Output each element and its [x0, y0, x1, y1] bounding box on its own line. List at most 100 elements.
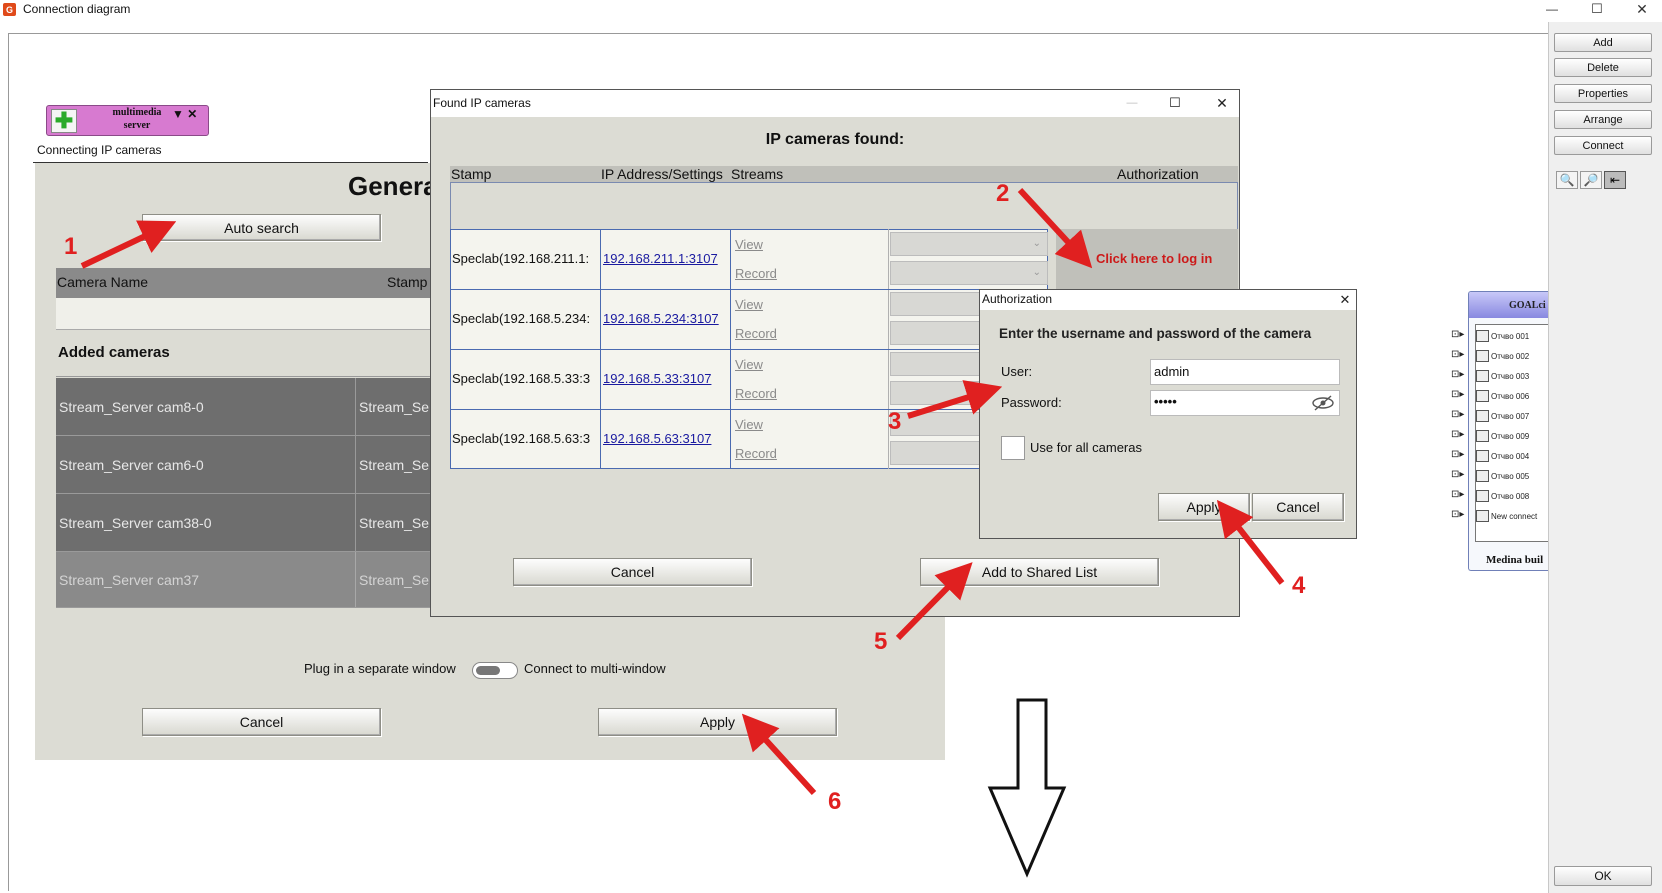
- connector-pin-icon[interactable]: ⊡▸: [1451, 369, 1464, 380]
- row-camera-name: Stream_Server cam6-0: [56, 436, 356, 493]
- apply-button[interactable]: Apply: [1158, 493, 1250, 521]
- node-controls-icon[interactable]: ▼ ✕: [172, 107, 197, 121]
- add-button[interactable]: Add: [1554, 33, 1652, 52]
- annotation-number-3: 3: [888, 408, 902, 435]
- connector-pin-icon[interactable]: ⊡▸: [1451, 429, 1464, 440]
- goal-node-item-label: Отчво 006: [1491, 391, 1530, 401]
- found-row-line: [450, 289, 1048, 290]
- record-link[interactable]: Record: [735, 266, 777, 281]
- camera-icon: [1476, 430, 1489, 442]
- goal-node-item[interactable]: Отчво 006: [1476, 388, 1548, 404]
- found-row-ip-link[interactable]: 192.168.5.33:3107: [603, 371, 711, 386]
- minimize-icon[interactable]: —: [1122, 93, 1142, 113]
- multimedia-server-node[interactable]: ✚ multimedia server ▼ ✕: [46, 105, 209, 136]
- row-stamp: Stream_Se: [359, 456, 430, 473]
- goal-node-item[interactable]: Отчво 008: [1476, 488, 1548, 504]
- view-link[interactable]: View: [735, 417, 763, 432]
- goal-node-item-label: Отчво 009: [1491, 431, 1530, 441]
- annotation-number-6: 6: [828, 788, 842, 815]
- goal-node-item[interactable]: New connect: [1476, 508, 1548, 524]
- stream-select[interactable]: [890, 321, 980, 345]
- goal-node-item[interactable]: Отчво 001: [1476, 328, 1548, 344]
- delete-button[interactable]: Delete: [1554, 58, 1652, 77]
- view-link[interactable]: View: [735, 297, 763, 312]
- connector-pin-icon[interactable]: ⊡▸: [1451, 449, 1464, 460]
- table-row[interactable]: Stream_Server cam37 Stream_Se: [56, 552, 434, 608]
- password-label: Password:: [1001, 395, 1062, 410]
- found-row-stamp: Speclab(192.168.5.234:: [452, 311, 591, 326]
- table-row[interactable]: Stream_Server cam8-0 Stream_Se: [56, 378, 434, 436]
- zoom-in-icon[interactable]: 🔎: [1580, 171, 1602, 189]
- found-heading: IP cameras found:: [765, 131, 905, 148]
- found-row-ip-link[interactable]: 192.168.211.1:3107: [603, 251, 718, 266]
- view-link[interactable]: View: [735, 357, 763, 372]
- minimize-icon[interactable]: —: [1540, 0, 1564, 18]
- close-icon[interactable]: ✕: [1212, 93, 1232, 113]
- column-authorization: Authorization: [1117, 166, 1199, 182]
- record-link[interactable]: Record: [735, 326, 777, 341]
- row-camera-name: Stream_Server cam8-0: [56, 378, 356, 435]
- connector-pin-icon[interactable]: ⊡▸: [1451, 409, 1464, 420]
- use-all-checkbox[interactable]: [1001, 436, 1025, 460]
- camera-icon: [1476, 370, 1489, 382]
- view-link[interactable]: View: [735, 237, 763, 252]
- goal-node-item[interactable]: Отчво 007: [1476, 408, 1548, 424]
- maximize-icon[interactable]: ☐: [1585, 0, 1609, 18]
- goal-node-item-label: Отчво 003: [1491, 371, 1530, 381]
- connector-pin-icon[interactable]: ⊡▸: [1451, 469, 1464, 480]
- apply-button[interactable]: Apply: [598, 708, 837, 736]
- found-row-ip-link[interactable]: 192.168.5.63:3107: [603, 431, 711, 446]
- password-field[interactable]: •••••: [1150, 390, 1340, 416]
- found-table-blank: [450, 182, 1238, 229]
- connector-pin-icon[interactable]: ⊡▸: [1451, 509, 1464, 520]
- stream-select[interactable]: ⌄: [890, 261, 1048, 285]
- cancel-button[interactable]: Cancel: [1252, 493, 1344, 521]
- goal-node-item[interactable]: Отчво 004: [1476, 448, 1548, 464]
- eye-hidden-icon[interactable]: [1311, 394, 1335, 412]
- record-link[interactable]: Record: [735, 446, 777, 461]
- connector-pin-icon[interactable]: ⊡▸: [1451, 329, 1464, 340]
- goal-node-item[interactable]: Отчво 005: [1476, 468, 1548, 484]
- auto-search-button[interactable]: Auto search: [142, 214, 381, 241]
- goal-node-title: GOALci: [1509, 300, 1546, 311]
- stream-select[interactable]: [890, 412, 980, 436]
- plus-icon[interactable]: ✚: [51, 108, 77, 133]
- connector-pin-icon[interactable]: ⊡▸: [1451, 389, 1464, 400]
- empty-row: [56, 298, 434, 330]
- connect-button[interactable]: Connect: [1554, 136, 1652, 155]
- connector-pin-icon[interactable]: ⊡▸: [1451, 489, 1464, 500]
- add-to-shared-list-button[interactable]: Add to Shared List: [920, 558, 1159, 586]
- goal-node-item[interactable]: Отчво 003: [1476, 368, 1548, 384]
- collapse-icon[interactable]: ⇤: [1604, 171, 1626, 189]
- column-camera-name: Camera Name: [57, 274, 149, 290]
- camera-icon: [1476, 330, 1489, 342]
- found-row-stamp: Speclab(192.168.5.33:3: [452, 371, 591, 386]
- stream-select[interactable]: [890, 381, 980, 405]
- found-row-ip-link[interactable]: 192.168.5.234:3107: [603, 311, 719, 326]
- cancel-button[interactable]: Cancel: [513, 558, 752, 586]
- zoom-out-icon[interactable]: 🔍: [1556, 171, 1578, 189]
- row-camera-name: Stream_Server cam37: [56, 552, 356, 607]
- stream-select[interactable]: [890, 292, 980, 316]
- properties-button[interactable]: Properties: [1554, 84, 1652, 103]
- ok-button[interactable]: OK: [1554, 866, 1652, 886]
- window-mode-toggle[interactable]: [472, 662, 518, 679]
- stream-select[interactable]: ⌄: [890, 232, 1048, 256]
- user-field[interactable]: admin: [1150, 359, 1340, 385]
- login-link[interactable]: Click here to log in: [1096, 251, 1212, 266]
- table-row[interactable]: Stream_Server cam38-0 Stream_Se: [56, 494, 434, 552]
- arrange-button[interactable]: Arrange: [1554, 110, 1652, 129]
- maximize-icon[interactable]: ☐: [1165, 93, 1185, 113]
- goal-node-footer: Medina buil: [1486, 554, 1544, 566]
- goal-node-item[interactable]: Отчво 009: [1476, 428, 1548, 444]
- stream-select[interactable]: [890, 441, 980, 465]
- camera-icon: [1476, 390, 1489, 402]
- stream-select[interactable]: [890, 352, 980, 376]
- connector-pin-icon[interactable]: ⊡▸: [1451, 349, 1464, 360]
- table-row[interactable]: Stream_Server cam6-0 Stream_Se: [56, 436, 434, 494]
- cancel-button[interactable]: Cancel: [142, 708, 381, 736]
- close-icon[interactable]: ✕: [1630, 0, 1654, 18]
- record-link[interactable]: Record: [735, 386, 777, 401]
- goal-node-item[interactable]: Отчво 002: [1476, 348, 1548, 364]
- close-icon[interactable]: ✕: [1335, 290, 1355, 310]
